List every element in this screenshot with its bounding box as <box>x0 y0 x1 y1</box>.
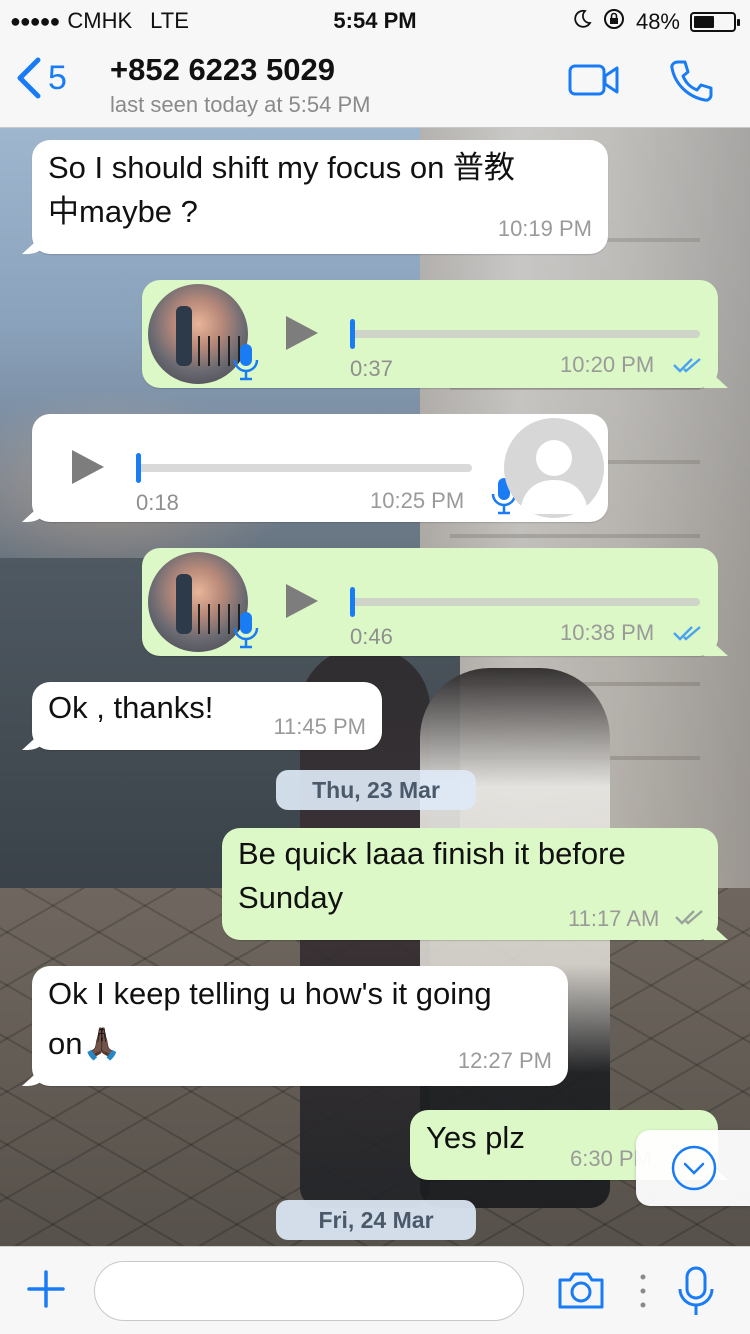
message-time: 10:25 PM <box>370 488 465 513</box>
message-time: 11:17 AM <box>568 906 660 931</box>
back-chevron-icon <box>17 57 41 99</box>
microphone-icon <box>233 612 259 649</box>
message-text: Be quick laaa finish it before <box>238 836 626 871</box>
playback-knob[interactable] <box>350 319 355 349</box>
microphone-icon <box>233 344 259 381</box>
date-separator: Thu, 23 Mar <box>276 770 476 810</box>
message-text: Ok , thanks! <box>48 690 214 725</box>
scroll-to-bottom-button[interactable] <box>636 1130 750 1206</box>
message-text: Sunday <box>238 880 344 915</box>
record-voice-button[interactable] <box>676 1265 716 1324</box>
more-dots-icon <box>640 1274 646 1308</box>
playback-track[interactable] <box>350 330 700 338</box>
status-right: 48% <box>572 7 740 37</box>
voice-duration: 0:46 <box>350 624 393 649</box>
read-ticks-icon <box>673 626 701 641</box>
more-options-button[interactable] <box>638 1271 648 1316</box>
battery-icon <box>690 12 740 32</box>
voice-duration: 0:18 <box>136 490 179 515</box>
message-bubble-incoming[interactable]: Ok , thanks! 11:45 PM <box>32 682 382 750</box>
voice-call-button[interactable] <box>668 58 714 109</box>
chat-header: 5 +852 6223 5029 last seen today at 5:54… <box>0 40 750 128</box>
microphone-icon <box>678 1266 714 1315</box>
delivered-ticks-icon <box>675 910 703 925</box>
battery-level <box>694 16 715 28</box>
moon-icon <box>572 9 592 35</box>
message-text: So I should shift my focus on 普教 <box>48 150 515 185</box>
play-icon[interactable] <box>70 448 106 486</box>
voice-duration: 0:37 <box>350 356 393 381</box>
voice-message-incoming[interactable]: 0:18 10:25 PM <box>32 414 608 522</box>
back-button[interactable]: 5 <box>14 56 67 100</box>
message-text: on🙏🏿 <box>48 1026 122 1061</box>
message-time: 10:19 PM <box>497 216 592 241</box>
playback-knob[interactable] <box>136 453 141 483</box>
unread-count: 5 <box>48 58 67 97</box>
add-attachment-button[interactable] <box>26 1269 66 1314</box>
voice-message-outgoing[interactable]: 0:46 10:38 PM <box>142 548 718 656</box>
message-time: 10:20 PM <box>560 352 655 377</box>
message-bubble-incoming[interactable]: Ok I keep telling u how's it going on🙏🏿 … <box>32 966 568 1086</box>
message-bubble-outgoing[interactable]: Be quick laaa finish it before Sunday 11… <box>222 828 718 940</box>
last-seen-status: last seen today at 5:54 PM <box>110 92 371 117</box>
camera-button[interactable] <box>556 1269 606 1316</box>
message-composer <box>0 1246 750 1334</box>
camera-icon <box>558 1272 604 1309</box>
message-time: 10:38 PM <box>560 620 655 645</box>
contact-avatar <box>504 418 604 518</box>
voice-message-outgoing[interactable]: 0:37 10:20 PM <box>142 280 718 388</box>
message-bubble-incoming[interactable]: So I should shift my focus on 普教 中maybe … <box>32 140 608 254</box>
message-time: 12:27 PM <box>457 1048 552 1073</box>
video-call-icon <box>568 64 619 96</box>
date-separator: Fri, 24 Mar <box>276 1200 476 1240</box>
message-text: Ok I keep telling u how's it going <box>48 976 492 1011</box>
play-icon[interactable] <box>284 582 320 620</box>
message-input[interactable] <box>94 1261 524 1321</box>
playback-track[interactable] <box>136 464 472 472</box>
play-icon[interactable] <box>284 314 320 352</box>
chevron-down-icon <box>671 1145 717 1191</box>
playback-knob[interactable] <box>350 587 355 617</box>
video-call-button[interactable] <box>568 62 620 103</box>
battery-percent: 48% <box>635 9 680 34</box>
playback-track[interactable] <box>350 598 700 606</box>
plus-icon <box>27 1270 65 1308</box>
contact-name[interactable]: +852 6223 5029 <box>110 52 335 88</box>
status-bar: ●●●●● CMHK LTE 5:54 PM 48% <box>0 0 750 40</box>
read-ticks-icon <box>673 358 701 373</box>
phone-icon <box>670 60 713 102</box>
default-person-icon <box>520 440 588 514</box>
message-text: 中maybe ? <box>48 194 198 229</box>
message-text: Yes plz <box>426 1120 525 1155</box>
rotation-lock-icon <box>602 7 626 37</box>
message-time: 11:45 PM <box>273 714 366 739</box>
